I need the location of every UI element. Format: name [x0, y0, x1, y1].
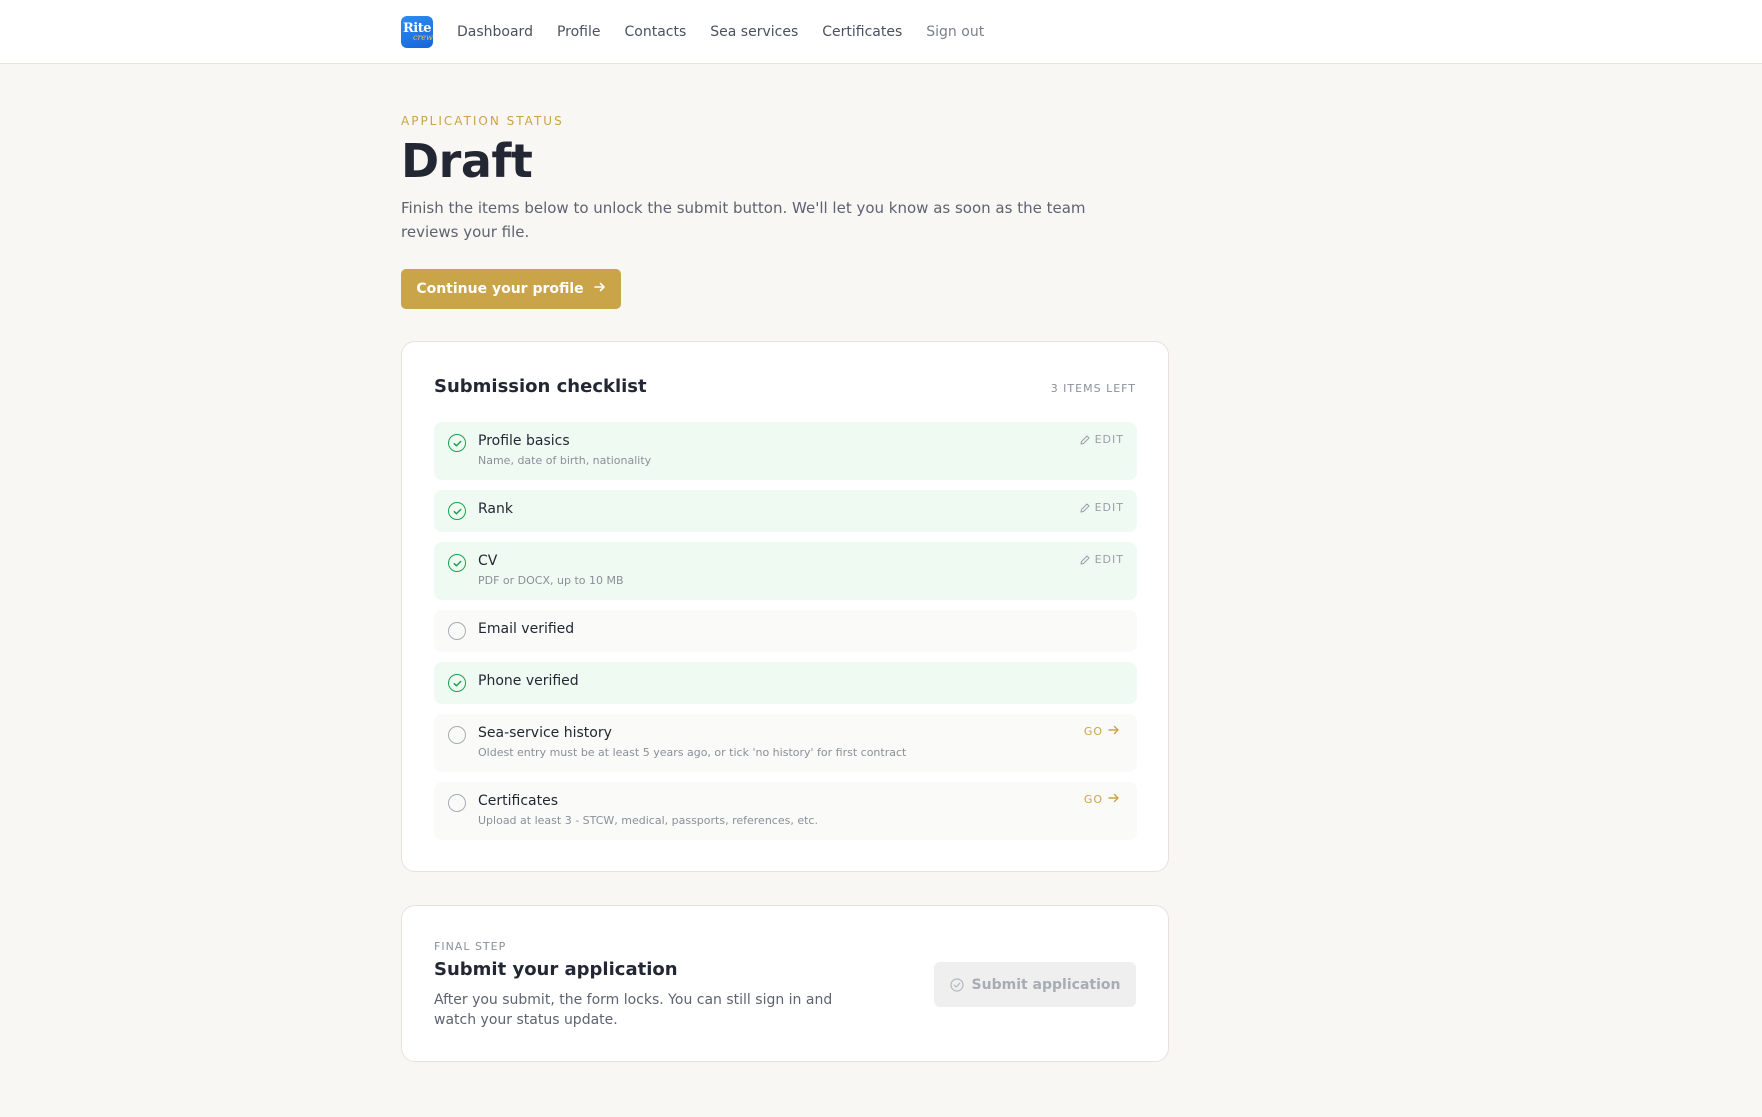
edit-rank-button[interactable]: EDIT — [1079, 501, 1124, 514]
empty-circle-icon — [448, 726, 466, 744]
items-left-counter: 3 ITEMS LEFT — [1050, 382, 1136, 395]
checklist-item-label: Email verified — [478, 621, 575, 637]
continue-profile-label: Continue your profile — [416, 281, 584, 297]
go-sea-service-button[interactable]: GO — [1084, 724, 1124, 739]
check-circle-icon — [448, 434, 466, 452]
arrow-right-icon — [593, 281, 606, 297]
empty-circle-icon — [448, 622, 466, 640]
nav-profile-link[interactable]: Profile — [557, 16, 601, 48]
checklist-item-phone-verified: Phone verified — [434, 662, 1137, 704]
submit-application-button[interactable]: Submit application — [934, 962, 1136, 1007]
status-description: Finish the items below to unlock the sub… — [401, 199, 1086, 241]
checklist-item-label: Rank — [478, 501, 513, 517]
checklist-item-certificates: Certificates Upload at least 3 - STCW, m… — [434, 782, 1137, 840]
checklist-item-sub: PDF or DOCX, up to 10 MB — [478, 574, 624, 587]
status-eyebrow: APPLICATION STATUS — [401, 114, 564, 128]
checklist-item-label: Profile basics — [478, 433, 570, 449]
check-circle-icon — [949, 977, 964, 992]
main-nav: Rite crew Dashboard Profile Contacts Sea… — [401, 16, 1008, 48]
ritecrew-logo[interactable]: Rite crew — [401, 16, 433, 48]
page-title: Draft — [401, 134, 533, 188]
checklist-item-sub: Oldest entry must be at least 5 years ag… — [478, 746, 907, 759]
pencil-icon — [1080, 555, 1090, 564]
checklist-item-label: Certificates — [478, 793, 559, 809]
final-step-title: Submit your application — [434, 959, 678, 980]
checklist-item-cv: CV PDF or DOCX, up to 10 MB EDIT — [434, 542, 1137, 600]
checklist-item-label: CV — [478, 553, 498, 569]
checklist-item-email-verified: Email verified — [434, 610, 1137, 652]
nav-sea-services-link[interactable]: Sea services — [710, 16, 798, 48]
edit-label: EDIT — [1094, 501, 1124, 514]
top-navigation-bar: Rite crew Dashboard Profile Contacts Sea… — [0, 0, 1762, 64]
nav-sign-out-link[interactable]: Sign out — [926, 16, 984, 48]
nav-certificates-link[interactable]: Certificates — [822, 16, 902, 48]
go-label: GO — [1083, 725, 1103, 738]
logo-subtext: crew — [413, 33, 433, 42]
arrow-right-icon — [1108, 724, 1124, 739]
nav-dashboard-link[interactable]: Dashboard — [457, 16, 533, 48]
checklist-title: Submission checklist — [434, 376, 647, 397]
checklist-item-rank: Rank EDIT — [434, 490, 1137, 532]
nav-contacts-link[interactable]: Contacts — [625, 16, 687, 48]
checklist-item-profile-basics: Profile basics Name, date of birth, nati… — [434, 422, 1137, 480]
edit-cv-button[interactable]: EDIT — [1079, 553, 1124, 566]
go-label: GO — [1083, 793, 1103, 806]
check-circle-icon — [448, 554, 466, 572]
submission-checklist-card: Submission checklist 3 ITEMS LEFT Profil… — [401, 341, 1169, 872]
checklist-item-sub: Upload at least 3 - STCW, medical, passp… — [478, 814, 818, 827]
empty-circle-icon — [448, 794, 466, 812]
final-step-description: After you submit, the form locks. You ca… — [434, 992, 833, 1028]
edit-profile-basics-button[interactable]: EDIT — [1079, 433, 1124, 446]
edit-label: EDIT — [1094, 553, 1124, 566]
check-circle-icon — [448, 674, 466, 692]
checklist-item-sea-service-history: Sea-service history Oldest entry must be… — [434, 714, 1137, 772]
pencil-icon — [1080, 503, 1090, 512]
check-circle-icon — [448, 502, 466, 520]
arrow-right-icon — [1108, 792, 1124, 807]
submit-application-label: Submit application — [971, 976, 1121, 993]
go-certificates-button[interactable]: GO — [1084, 792, 1124, 807]
checklist-item-label: Phone verified — [478, 673, 579, 689]
final-step-card: FINAL STEP Submit your application After… — [401, 905, 1169, 1062]
continue-profile-button[interactable]: Continue your profile — [401, 269, 621, 309]
checklist-item-sub: Name, date of birth, nationality — [478, 454, 652, 467]
pencil-icon — [1080, 435, 1090, 444]
final-step-eyebrow: FINAL STEP — [434, 940, 507, 953]
edit-label: EDIT — [1094, 433, 1124, 446]
checklist-item-label: Sea-service history — [478, 725, 612, 741]
